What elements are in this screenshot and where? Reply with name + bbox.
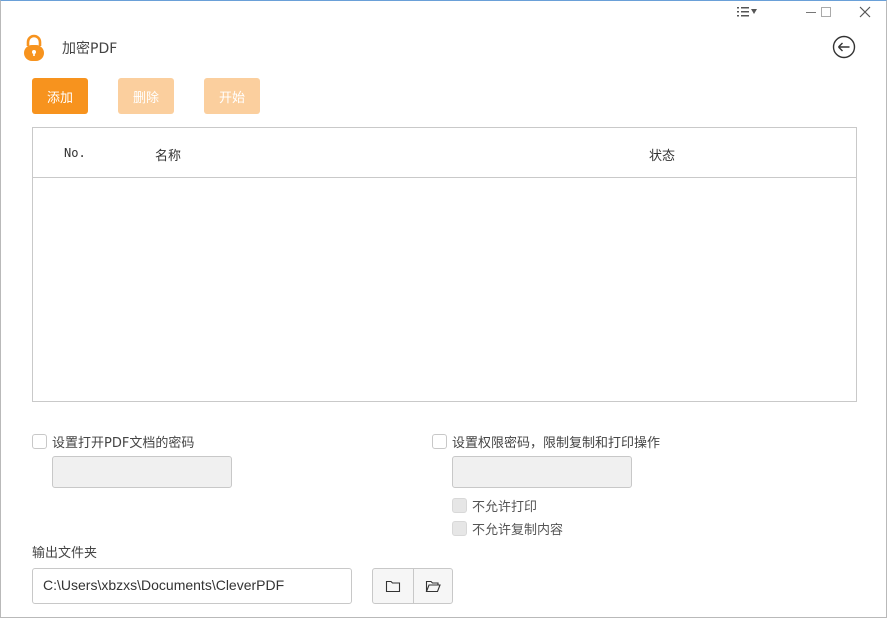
delete-button[interactable]: 删除 xyxy=(118,78,174,114)
no-print-option[interactable]: 不允许打印 xyxy=(452,496,537,515)
open-password-input[interactable] xyxy=(52,456,232,488)
output-folder-field[interactable]: C:\Users\xbzxs\Documents\CleverPDF xyxy=(32,568,352,604)
table-header: No. 名称 状态 xyxy=(33,128,856,178)
list-menu-icon[interactable] xyxy=(734,3,760,21)
permission-password-input[interactable] xyxy=(452,456,632,488)
open-password-option[interactable]: 设置打开PDF文档的密码 xyxy=(32,432,194,451)
app-window: 加密PDF 添加 删除 开始 No. 名称 状态 设置打开PDF文档的密码 设置… xyxy=(0,0,887,618)
close-icon[interactable] xyxy=(856,3,874,21)
folder-icon[interactable] xyxy=(373,569,413,603)
output-folder-label: 输出文件夹 xyxy=(32,546,98,561)
permission-password-option[interactable]: 设置权限密码，限制复制和打印操作 xyxy=(432,432,660,451)
maximize-icon[interactable] xyxy=(818,3,834,21)
column-header-status[interactable]: 状态 xyxy=(649,145,675,164)
no-copy-label: 不允许复制内容 xyxy=(472,523,564,538)
column-header-name[interactable]: 名称 xyxy=(155,145,181,164)
page-title: 加密PDF xyxy=(62,41,118,57)
open-password-checkbox[interactable] xyxy=(32,434,47,449)
no-copy-checkbox[interactable] xyxy=(452,521,467,536)
padlock-icon xyxy=(23,34,45,62)
no-copy-option[interactable]: 不允许复制内容 xyxy=(452,519,563,538)
no-print-label: 不允许打印 xyxy=(472,500,538,515)
no-print-checkbox[interactable] xyxy=(452,498,467,513)
folder-open-icon[interactable] xyxy=(412,569,453,603)
file-table[interactable]: No. 名称 状态 xyxy=(32,127,857,402)
start-button[interactable]: 开始 xyxy=(204,78,260,114)
back-arrow-icon[interactable] xyxy=(832,35,856,59)
column-header-no[interactable]: No. xyxy=(64,146,86,160)
permission-password-checkbox[interactable] xyxy=(432,434,447,449)
open-password-label: 设置打开PDF文档的密码 xyxy=(52,436,195,451)
output-folder-buttons xyxy=(372,568,453,604)
permission-password-label: 设置权限密码，限制复制和打印操作 xyxy=(452,436,661,451)
add-button[interactable]: 添加 xyxy=(32,78,88,114)
